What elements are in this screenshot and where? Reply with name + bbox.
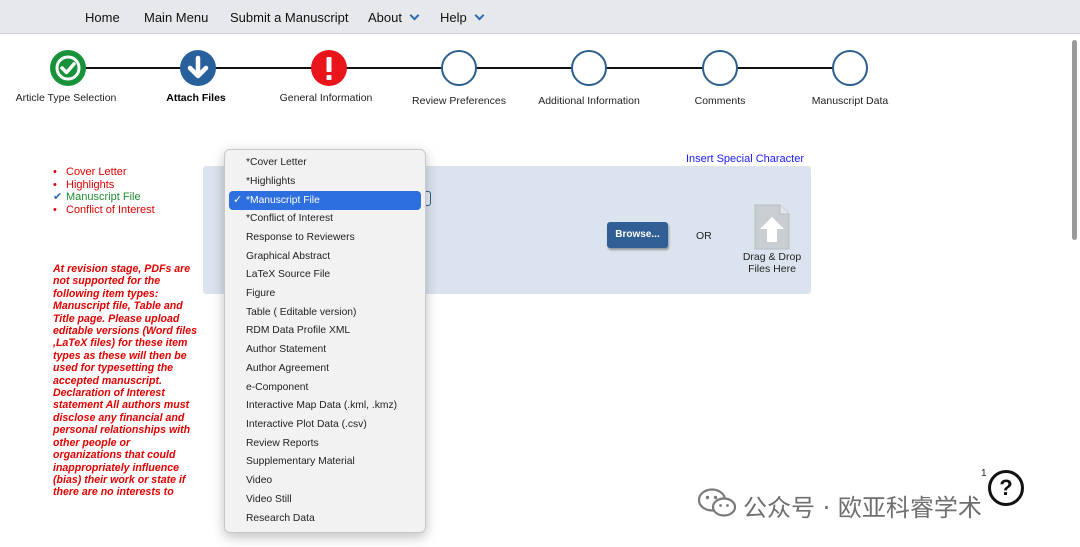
top-nav: Home Main Menu Submit a Manuscript About… — [0, 0, 1080, 34]
option-label: *Conflict of Interest — [246, 213, 333, 224]
nav-about-label: About — [368, 10, 402, 25]
step-2-download-arrow-icon[interactable] — [180, 50, 216, 86]
option-label: Author Agreement — [246, 363, 329, 374]
dropdown-option[interactable]: RDM Data Profile XML — [229, 321, 421, 340]
option-label: Interactive Plot Data (.csv) — [246, 419, 367, 430]
option-label: *Cover Letter — [246, 157, 307, 168]
checkmark-icon: ✓ — [233, 194, 243, 206]
option-label: Table ( Editable version) — [246, 307, 357, 318]
step-label-article-type: Article Type Selection — [15, 92, 117, 104]
page: Home Main Menu Submit a Manuscript About… — [0, 0, 1080, 547]
option-label: *Manuscript File — [246, 195, 320, 206]
checklist-label: Highlights — [66, 178, 115, 191]
bullet-icon: • — [53, 178, 57, 191]
insert-special-character-link[interactable]: Insert Special Character — [686, 153, 804, 165]
nav-home[interactable]: Home — [85, 10, 120, 25]
dropdown-option[interactable]: *Cover Letter — [229, 153, 421, 172]
dropdown-option[interactable]: Author Agreement — [229, 359, 421, 378]
page-scrollbar[interactable] — [1072, 40, 1077, 240]
option-label: Review Reports — [246, 438, 319, 449]
checkmark-icon: ✔ — [53, 191, 63, 203]
checklist-item-manuscript-file: ✔ Manuscript File — [53, 191, 155, 204]
option-label: Video — [246, 475, 273, 486]
chevron-down-icon — [474, 10, 485, 21]
option-label: Graphical Abstract — [246, 251, 331, 262]
nav-about[interactable]: About — [368, 10, 420, 25]
checklist-item-conflict-of-interest: • Conflict of Interest — [53, 204, 155, 217]
dropdown-option[interactable]: Response to Reviewers — [229, 228, 421, 247]
step-3-exclamation-icon[interactable] — [311, 50, 347, 86]
option-label: Supplementary Material — [246, 456, 355, 467]
step-5-empty-circle-icon[interactable] — [571, 50, 607, 86]
dropdown-option[interactable]: Interactive Map Data (.kml, .kmz) — [229, 396, 421, 415]
option-label: Video Still — [246, 494, 292, 505]
step-6-empty-circle-icon[interactable] — [702, 50, 738, 86]
help-question-icon[interactable]: ? — [988, 470, 1024, 506]
option-label: *Highlights — [246, 176, 296, 187]
nav-submit-manuscript[interactable]: Submit a Manuscript — [230, 10, 349, 25]
option-label: e-Component — [246, 382, 309, 393]
bullet-icon: • — [53, 166, 57, 178]
dropdown-option[interactable]: LaTeX Source File — [229, 265, 421, 284]
required-items-list: • Cover Letter • Highlights ✔ Manuscript Fi… — [53, 166, 155, 216]
dropdown-option[interactable]: Video Still — [229, 490, 421, 509]
checklist-item-cover-letter: • Cover Letter — [53, 166, 155, 179]
or-separator: OR — [696, 230, 712, 242]
nav-help[interactable]: Help — [440, 10, 485, 25]
revision-warning-text: At revision stage, PDFs are not supporte… — [53, 263, 198, 499]
upload-arrow-icon[interactable] — [754, 204, 790, 255]
dropdown-option[interactable]: Author Statement — [229, 340, 421, 359]
help-notification-badge: 1 — [981, 468, 987, 479]
option-label: RDM Data Profile XML — [246, 325, 351, 336]
item-type-dropdown: *Cover Letter *Highlights ✓ *Manuscript F… — [224, 149, 426, 533]
checklist-item-highlights: • Highlights — [53, 179, 155, 192]
drag-drop-zone-label[interactable]: Drag & Drop Files Here — [736, 251, 808, 275]
dropdown-option[interactable]: Interactive Plot Data (.csv) — [229, 415, 421, 434]
dropdown-option[interactable]: Video — [229, 471, 421, 490]
option-label: Response to Reviewers — [246, 232, 355, 243]
checklist-label: Manuscript File — [66, 191, 141, 203]
dropdown-option[interactable]: Research Data — [229, 509, 421, 528]
dropdown-option[interactable]: Graphical Abstract — [229, 247, 421, 266]
dropdown-option[interactable]: *Conflict of Interest — [229, 209, 421, 228]
wechat-icon — [697, 488, 737, 517]
nav-help-label: Help — [440, 10, 467, 25]
browse-button[interactable]: Browse... — [607, 222, 668, 248]
checklist-label: Cover Letter — [66, 166, 127, 178]
chevron-down-icon — [409, 10, 420, 21]
step-label-additional-information: Additional Information — [538, 95, 640, 107]
option-label: Research Data — [246, 513, 315, 524]
step-4-empty-circle-icon[interactable] — [441, 50, 477, 86]
step-label-manuscript-data: Manuscript Data — [811, 95, 889, 107]
watermark-text: 公众号 · 欧亚科睿学术 — [743, 494, 982, 522]
step-label-attach-files: Attach Files — [166, 92, 226, 104]
option-label: Author Statement — [246, 344, 327, 355]
bullet-icon: • — [53, 203, 57, 216]
step-7-empty-circle-icon[interactable] — [832, 50, 868, 86]
step-label-general-information: General Information — [279, 92, 373, 104]
dropdown-option[interactable]: Figure — [229, 284, 421, 303]
dropdown-option[interactable]: Table ( Editable version) — [229, 303, 421, 322]
dropdown-option[interactable]: Supplementary Material — [229, 452, 421, 471]
step-label-review-preferences: Review Preferences — [412, 95, 506, 107]
nav-main-menu[interactable]: Main Menu — [144, 10, 208, 25]
option-label: Interactive Map Data (.kml, .kmz) — [246, 400, 398, 411]
dropdown-option[interactable]: *Highlights — [229, 172, 421, 191]
dropdown-option-selected[interactable]: ✓ *Manuscript File — [229, 191, 421, 210]
dropdown-option[interactable]: e-Component — [229, 378, 421, 397]
step-1-checkmark-icon[interactable] — [50, 50, 86, 86]
option-label: Figure — [246, 288, 276, 299]
option-label: LaTeX Source File — [246, 269, 331, 280]
checklist-label: Conflict of Interest — [66, 203, 155, 216]
step-label-comments: Comments — [694, 95, 746, 107]
dropdown-option[interactable]: Review Reports — [229, 434, 421, 453]
